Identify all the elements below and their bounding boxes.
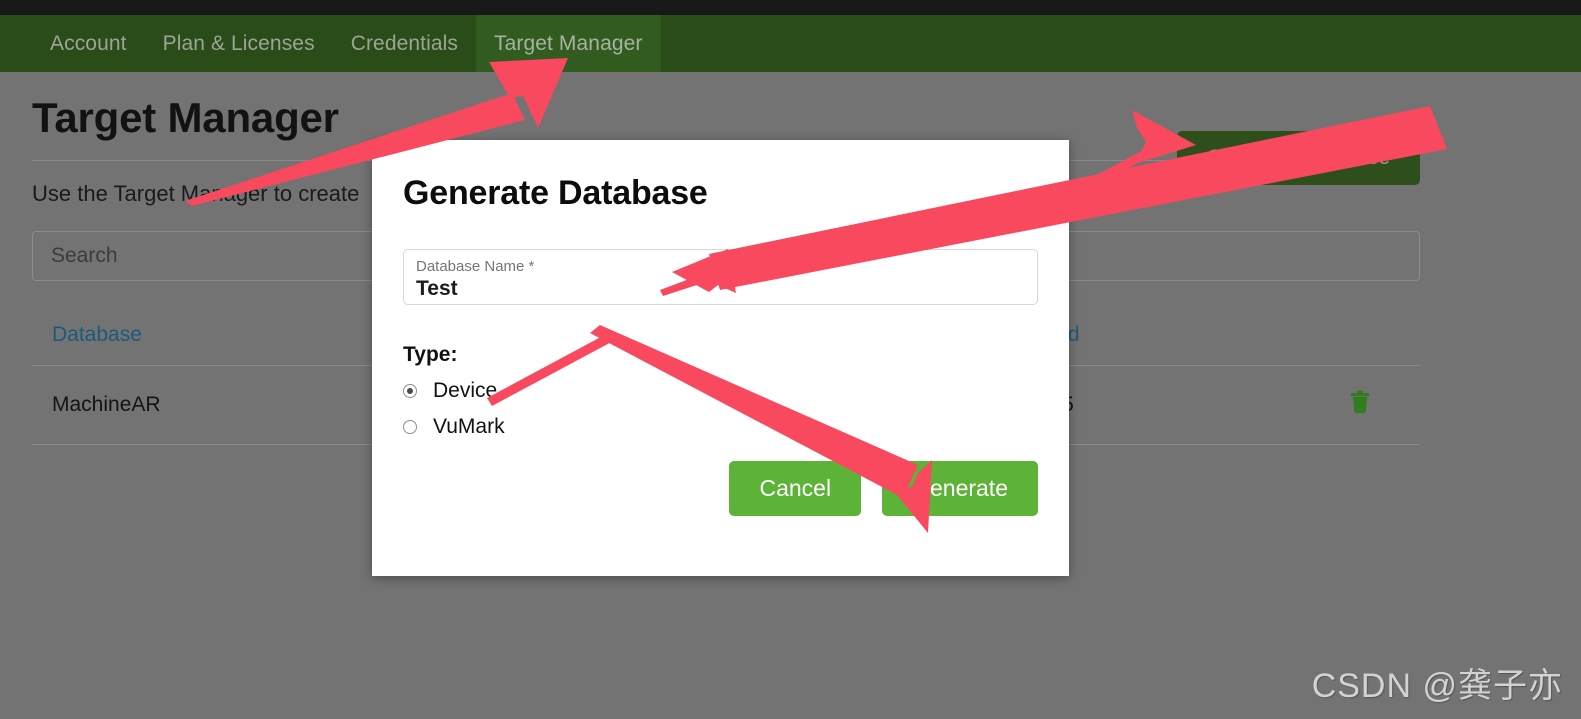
radio-label-device: Device xyxy=(433,379,498,402)
app-screenshot: Account Plan & Licenses Credentials Targ… xyxy=(0,0,1581,719)
cancel-button[interactable]: Cancel xyxy=(729,461,862,516)
nav-item-account[interactable]: Account xyxy=(32,15,145,72)
generate-button[interactable]: Generate xyxy=(882,461,1038,516)
radio-label-vumark: VuMark xyxy=(433,415,505,438)
column-header-actions xyxy=(1280,323,1420,366)
radio-button-vumark[interactable] xyxy=(403,420,417,434)
cell-delete-action xyxy=(1280,365,1420,445)
nav-item-plan-licenses[interactable]: Plan & Licenses xyxy=(145,15,333,72)
dialog-actions: Cancel Generate xyxy=(729,461,1038,516)
dialog-title: Generate Database xyxy=(403,174,708,212)
watermark-text: CSDN @龚子亦 xyxy=(1311,667,1563,705)
generate-database-button[interactable]: Generate Database xyxy=(1176,131,1420,185)
trash-icon[interactable] xyxy=(1349,390,1371,414)
radio-option-vumark[interactable]: VuMark xyxy=(403,415,1038,439)
browser-top-strip xyxy=(0,0,1581,15)
type-label: Type: xyxy=(403,343,458,366)
database-name-input[interactable] xyxy=(416,276,1025,302)
generate-database-dialog: Generate Database Database Name * Type: … xyxy=(372,140,1069,576)
nav-item-target-manager[interactable]: Target Manager xyxy=(476,15,661,72)
database-name-field[interactable]: Database Name * xyxy=(403,249,1038,305)
primary-navigation: Account Plan & Licenses Credentials Targ… xyxy=(0,15,1581,72)
radio-option-device[interactable]: Device xyxy=(403,379,1038,403)
nav-item-credentials[interactable]: Credentials xyxy=(333,15,476,72)
database-name-label: Database Name * xyxy=(416,258,535,275)
radio-button-device[interactable] xyxy=(403,384,417,398)
